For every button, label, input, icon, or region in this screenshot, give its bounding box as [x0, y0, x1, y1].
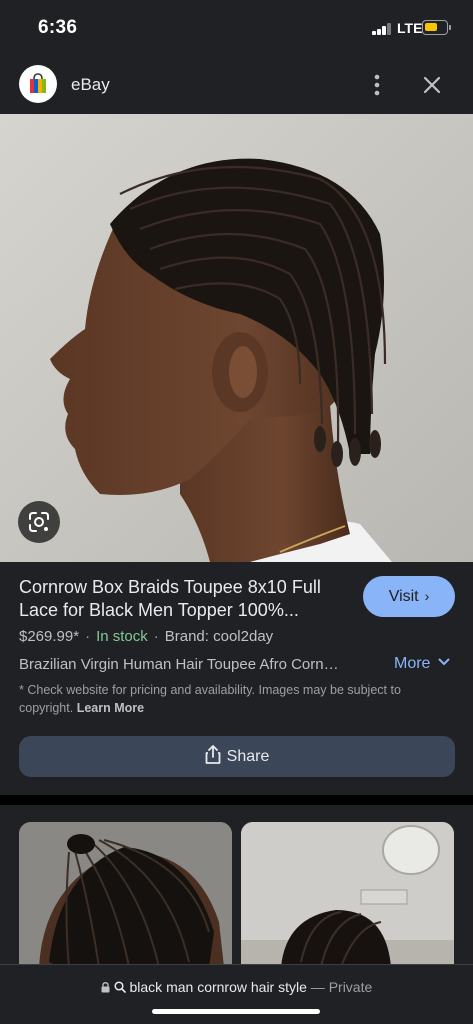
bottom-bar: black man cornrow hair style — Private: [0, 964, 473, 1024]
brand: Brand: cool2day: [164, 628, 274, 645]
visit-label: Visit: [388, 588, 419, 605]
availability: In stock: [96, 628, 148, 645]
more-button[interactable]: More: [394, 655, 450, 673]
search-query: black man cornrow hair style: [129, 979, 307, 995]
search-icon: [114, 981, 126, 993]
product-description: Brazilian Virgin Human Hair Toupee Afro …: [19, 656, 339, 673]
learn-more-link[interactable]: Learn More: [77, 701, 144, 715]
cellular-signal-icon: [372, 23, 392, 35]
status-time: 6:36: [38, 17, 78, 38]
product-title[interactable]: Cornrow Box Braids Toupee 8x10 Full Lace…: [19, 576, 349, 622]
related-image[interactable]: [19, 822, 232, 967]
product-panel: Cornrow Box Braids Toupee 8x10 Full Lace…: [0, 562, 473, 794]
visit-button[interactable]: Visit ›: [363, 576, 455, 617]
meta-separator: ·: [153, 628, 159, 645]
site-name[interactable]: eBay: [71, 75, 110, 95]
status-bar: 6:36 LTE: [0, 0, 473, 56]
disclaimer: * Check website for pricing and availabi…: [19, 681, 439, 717]
app-header: eBay: [0, 56, 473, 114]
query-separator: —: [310, 979, 325, 995]
meta-separator: ·: [85, 628, 91, 645]
share-button[interactable]: Share: [19, 736, 455, 777]
product-image[interactable]: [0, 114, 473, 562]
ebay-bag-icon[interactable]: [19, 65, 57, 103]
vertical-dots-icon[interactable]: [366, 70, 388, 100]
product-meta: $269.99* · In stock · Brand: cool2day: [19, 628, 273, 645]
close-icon[interactable]: [418, 70, 446, 100]
share-icon: [205, 745, 221, 764]
lock-icon: [101, 982, 110, 993]
section-divider: [0, 795, 473, 805]
share-label: Share: [226, 748, 270, 765]
search-query-bar[interactable]: black man cornrow hair style — Private: [0, 979, 473, 995]
private-label: Private: [328, 979, 373, 995]
related-image[interactable]: [241, 822, 454, 967]
battery-level: [425, 23, 437, 31]
battery-tip: [449, 25, 451, 30]
battery-icon: [422, 20, 448, 35]
network-type: LTE: [397, 20, 423, 36]
google-lens-icon[interactable]: [18, 501, 60, 543]
chevron-down-icon: [438, 658, 450, 666]
chevron-right-icon: ›: [424, 588, 430, 604]
more-label: More: [394, 655, 431, 672]
home-indicator[interactable]: [152, 1009, 320, 1014]
price: $269.99*: [19, 628, 80, 645]
